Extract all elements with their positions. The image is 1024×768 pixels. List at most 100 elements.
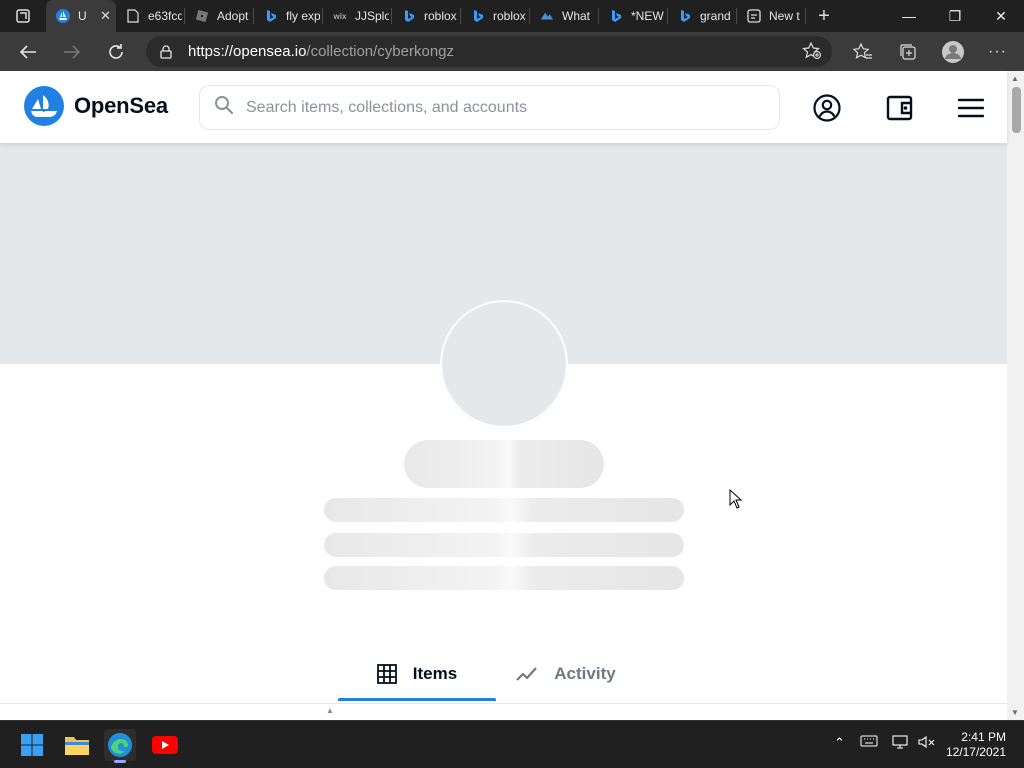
toolbar-actions: ··· bbox=[840, 32, 1020, 71]
browser-tab[interactable]: What bbox=[530, 0, 599, 32]
browser-tab[interactable]: roblox bbox=[392, 0, 461, 32]
volume-muted-icon[interactable] bbox=[918, 735, 936, 752]
tab-title: grand bbox=[700, 9, 731, 23]
scrollbar-thumb[interactable] bbox=[1012, 87, 1021, 133]
tab-actions-button[interactable] bbox=[0, 0, 46, 32]
newtab-icon bbox=[747, 9, 761, 23]
tab-title: What bbox=[562, 9, 591, 23]
url-text[interactable]: https://opensea.io/collection/cyberkongz bbox=[188, 43, 454, 60]
search-icon bbox=[214, 95, 234, 120]
tab-title: roblox bbox=[493, 9, 526, 23]
tab-title: roblox bbox=[424, 9, 457, 23]
site-header: OpenSea bbox=[0, 71, 1007, 143]
search-input[interactable] bbox=[246, 98, 746, 117]
minimize-icon[interactable]: — bbox=[886, 0, 932, 32]
bing-icon bbox=[471, 9, 485, 23]
add-favorite-icon[interactable] bbox=[802, 41, 822, 65]
back-arrow-icon bbox=[19, 44, 36, 59]
system-clock[interactable]: 2:41 PM 12/17/2021 bbox=[946, 730, 1006, 760]
page-viewport: OpenSea Items bbox=[0, 71, 1024, 720]
browser-tab[interactable]: roblox bbox=[461, 0, 530, 32]
browser-tab[interactable]: Adopt bbox=[185, 0, 254, 32]
browser-tab[interactable]: e63fcd bbox=[116, 0, 185, 32]
activity-chart-icon bbox=[516, 667, 538, 681]
opensea-icon bbox=[56, 9, 70, 23]
horizontal-scroll-arrow-icon[interactable]: ▲ bbox=[326, 706, 334, 715]
youtube-icon[interactable] bbox=[149, 729, 181, 761]
clock-time: 2:41 PM bbox=[961, 730, 1006, 744]
site-icon bbox=[540, 9, 554, 23]
restore-icon[interactable]: ❐ bbox=[932, 0, 978, 32]
refresh-button[interactable] bbox=[94, 32, 138, 71]
tab-actions-icon bbox=[16, 9, 30, 23]
document-icon bbox=[126, 9, 140, 23]
wallet-icon[interactable] bbox=[885, 93, 915, 123]
profile-avatar-icon[interactable] bbox=[930, 32, 975, 71]
clock-date: 12/17/2021 bbox=[945, 745, 1006, 759]
browser-tab[interactable]: *NEW bbox=[599, 0, 668, 32]
new-tab-button[interactable]: + bbox=[806, 0, 842, 32]
collections-icon[interactable] bbox=[885, 32, 930, 71]
opensea-logo-icon bbox=[24, 86, 64, 126]
tab-items-label: Items bbox=[412, 664, 458, 683]
tabs-divider bbox=[0, 703, 1007, 704]
keyboard-icon[interactable] bbox=[860, 735, 878, 750]
tab-title: Adopt bbox=[217, 9, 249, 23]
mouse-cursor-icon bbox=[729, 489, 743, 509]
bing-icon bbox=[678, 9, 692, 23]
forward-button[interactable] bbox=[50, 32, 94, 71]
description-skeleton-line bbox=[324, 566, 684, 590]
windows-start-icon[interactable] bbox=[16, 729, 48, 761]
refresh-icon bbox=[109, 43, 123, 59]
back-button[interactable] bbox=[6, 32, 50, 71]
account-icon[interactable] bbox=[812, 93, 842, 123]
bing-icon bbox=[402, 9, 416, 23]
browser-tab[interactable]: fly exp bbox=[254, 0, 323, 32]
browser-tab[interactable]: grand bbox=[668, 0, 737, 32]
browser-tab[interactable]: New t bbox=[737, 0, 806, 32]
close-window-icon[interactable]: ✕ bbox=[978, 0, 1024, 32]
forward-arrow-icon bbox=[64, 44, 81, 59]
url-path: /collection/cyberkongz bbox=[306, 43, 454, 60]
tab-activity[interactable]: Activity bbox=[496, 647, 636, 701]
menu-hamburger-icon[interactable] bbox=[956, 93, 986, 123]
browser-tab-opensea[interactable]: U ✕ bbox=[46, 0, 116, 32]
description-skeleton-line bbox=[324, 498, 684, 522]
file-explorer-icon[interactable] bbox=[61, 729, 93, 761]
description-skeleton-line bbox=[324, 533, 684, 557]
scroll-down-arrow-icon[interactable]: ▼ bbox=[1011, 708, 1019, 717]
tab-title: U bbox=[78, 9, 87, 23]
collection-avatar-placeholder bbox=[440, 300, 568, 428]
browser-tab-strip: U ✕ e63fcd Adopt fly exp wix JJSploit ro… bbox=[0, 0, 1024, 32]
tab-title: JJSploit bbox=[355, 9, 389, 23]
tab-activity-label: Activity bbox=[554, 664, 616, 683]
network-icon[interactable] bbox=[892, 735, 910, 752]
wix-icon: wix bbox=[333, 11, 347, 21]
show-hidden-icons-icon[interactable]: ⌃ bbox=[834, 735, 845, 751]
opensea-logo[interactable]: OpenSea bbox=[24, 86, 168, 126]
lock-icon[interactable] bbox=[160, 44, 182, 59]
edge-icon[interactable] bbox=[104, 729, 136, 763]
bing-icon bbox=[609, 9, 623, 23]
close-tab-icon[interactable]: ✕ bbox=[100, 8, 111, 24]
grid-icon bbox=[376, 664, 397, 684]
browser-toolbar: https://opensea.io/collection/cyberkongz… bbox=[0, 32, 1024, 71]
plus-icon: + bbox=[818, 4, 830, 27]
address-bar[interactable]: https://opensea.io/collection/cyberkongz bbox=[146, 36, 832, 67]
favorites-icon[interactable] bbox=[840, 32, 885, 71]
tab-title: e63fcd bbox=[148, 9, 182, 23]
tab-items[interactable]: Items bbox=[338, 647, 496, 701]
browser-tab[interactable]: wix JJSploit bbox=[323, 0, 392, 32]
title-skeleton bbox=[404, 440, 604, 488]
tab-title: *NEW bbox=[631, 9, 664, 23]
tab-title: fly exp bbox=[286, 9, 320, 23]
page-scrollbar[interactable]: ▲ ▼ bbox=[1007, 71, 1024, 720]
bing-icon bbox=[264, 9, 278, 23]
collection-tabs: Items Activity bbox=[338, 647, 636, 701]
search-box[interactable] bbox=[199, 85, 780, 130]
window-controls: — ❐ ✕ bbox=[886, 0, 1024, 32]
windows-taskbar: ⌃ 2:41 PM 12/17/2021 bbox=[0, 720, 1024, 768]
scroll-up-arrow-icon[interactable]: ▲ bbox=[1011, 74, 1019, 83]
more-options-icon[interactable]: ··· bbox=[975, 32, 1020, 71]
roblox-icon bbox=[195, 9, 209, 23]
